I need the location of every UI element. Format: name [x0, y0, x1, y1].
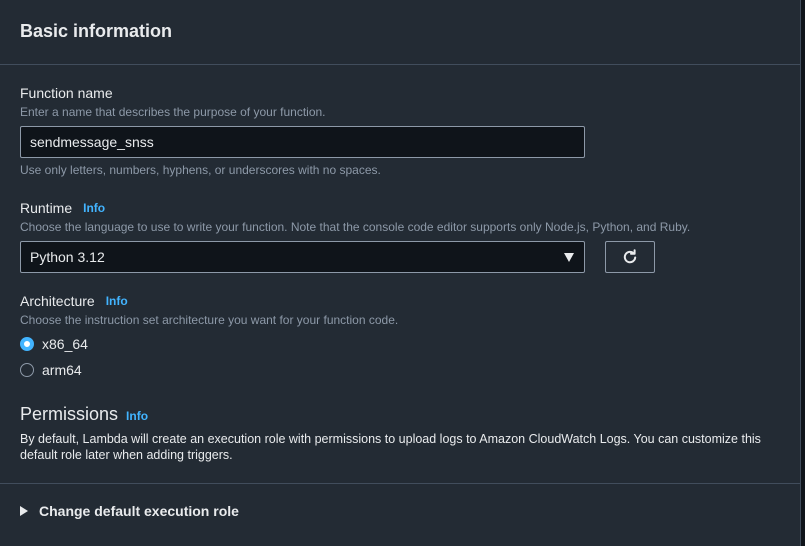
architecture-option-x86-64[interactable]: x86_64 — [20, 334, 780, 354]
refresh-icon — [623, 249, 637, 264]
architecture-option-label: x86_64 — [42, 336, 88, 352]
architecture-option-label: arm64 — [42, 362, 82, 378]
function-name-label: Function name — [20, 84, 780, 102]
function-name-field: Function name Enter a name that describe… — [20, 84, 780, 177]
function-name-constraint: Use only letters, numbers, hyphens, or u… — [20, 163, 381, 177]
radio-checked-icon — [20, 337, 34, 351]
panel-content: Function name Enter a name that describe… — [0, 65, 800, 463]
section-title: Basic information — [20, 21, 173, 41]
architecture-label-text: Architecture — [20, 293, 95, 309]
expander-label: Change default execution role — [39, 503, 239, 519]
runtime-select[interactable]: Python 3.12 — [20, 241, 585, 273]
runtime-row: Python 3.12 — [20, 241, 780, 273]
panel-header: Basic information — [0, 0, 800, 65]
page-gutter — [801, 0, 805, 546]
architecture-info-link[interactable]: Info — [106, 292, 128, 310]
runtime-label-text: Runtime — [20, 200, 73, 216]
runtime-info-link[interactable]: Info — [83, 199, 105, 217]
refresh-runtime-button[interactable] — [605, 241, 655, 273]
architecture-label: Architecture Info — [20, 292, 780, 310]
architecture-option-arm64[interactable]: arm64 — [20, 360, 780, 380]
function-name-description: Enter a name that describes the purpose … — [20, 105, 326, 119]
runtime-selected-value: Python 3.12 — [30, 249, 105, 265]
section-divider — [0, 483, 800, 484]
function-name-label-text: Function name — [20, 85, 113, 101]
permissions-info-link[interactable]: Info — [126, 409, 148, 423]
basic-information-panel: Basic information Function name Enter a … — [0, 0, 801, 546]
architecture-description: Choose the instruction set architecture … — [20, 313, 399, 327]
runtime-field: Runtime Info Choose the language to use … — [20, 199, 780, 273]
architecture-field: Architecture Info Choose the instruction… — [20, 292, 780, 380]
change-default-execution-role-expander[interactable]: Change default execution role — [20, 503, 239, 519]
radio-unchecked-icon — [20, 363, 34, 377]
permissions-header: Permissions Info — [20, 404, 780, 425]
caret-right-icon — [20, 506, 28, 516]
caret-down-icon — [564, 252, 574, 262]
permissions-section: Permissions Info By default, Lambda will… — [20, 404, 780, 463]
function-name-input[interactable] — [20, 126, 585, 158]
permissions-title: Permissions — [20, 404, 119, 424]
runtime-label: Runtime Info — [20, 199, 780, 217]
permissions-description: By default, Lambda will create an execut… — [20, 432, 761, 462]
runtime-description: Choose the language to use to write your… — [20, 220, 691, 234]
